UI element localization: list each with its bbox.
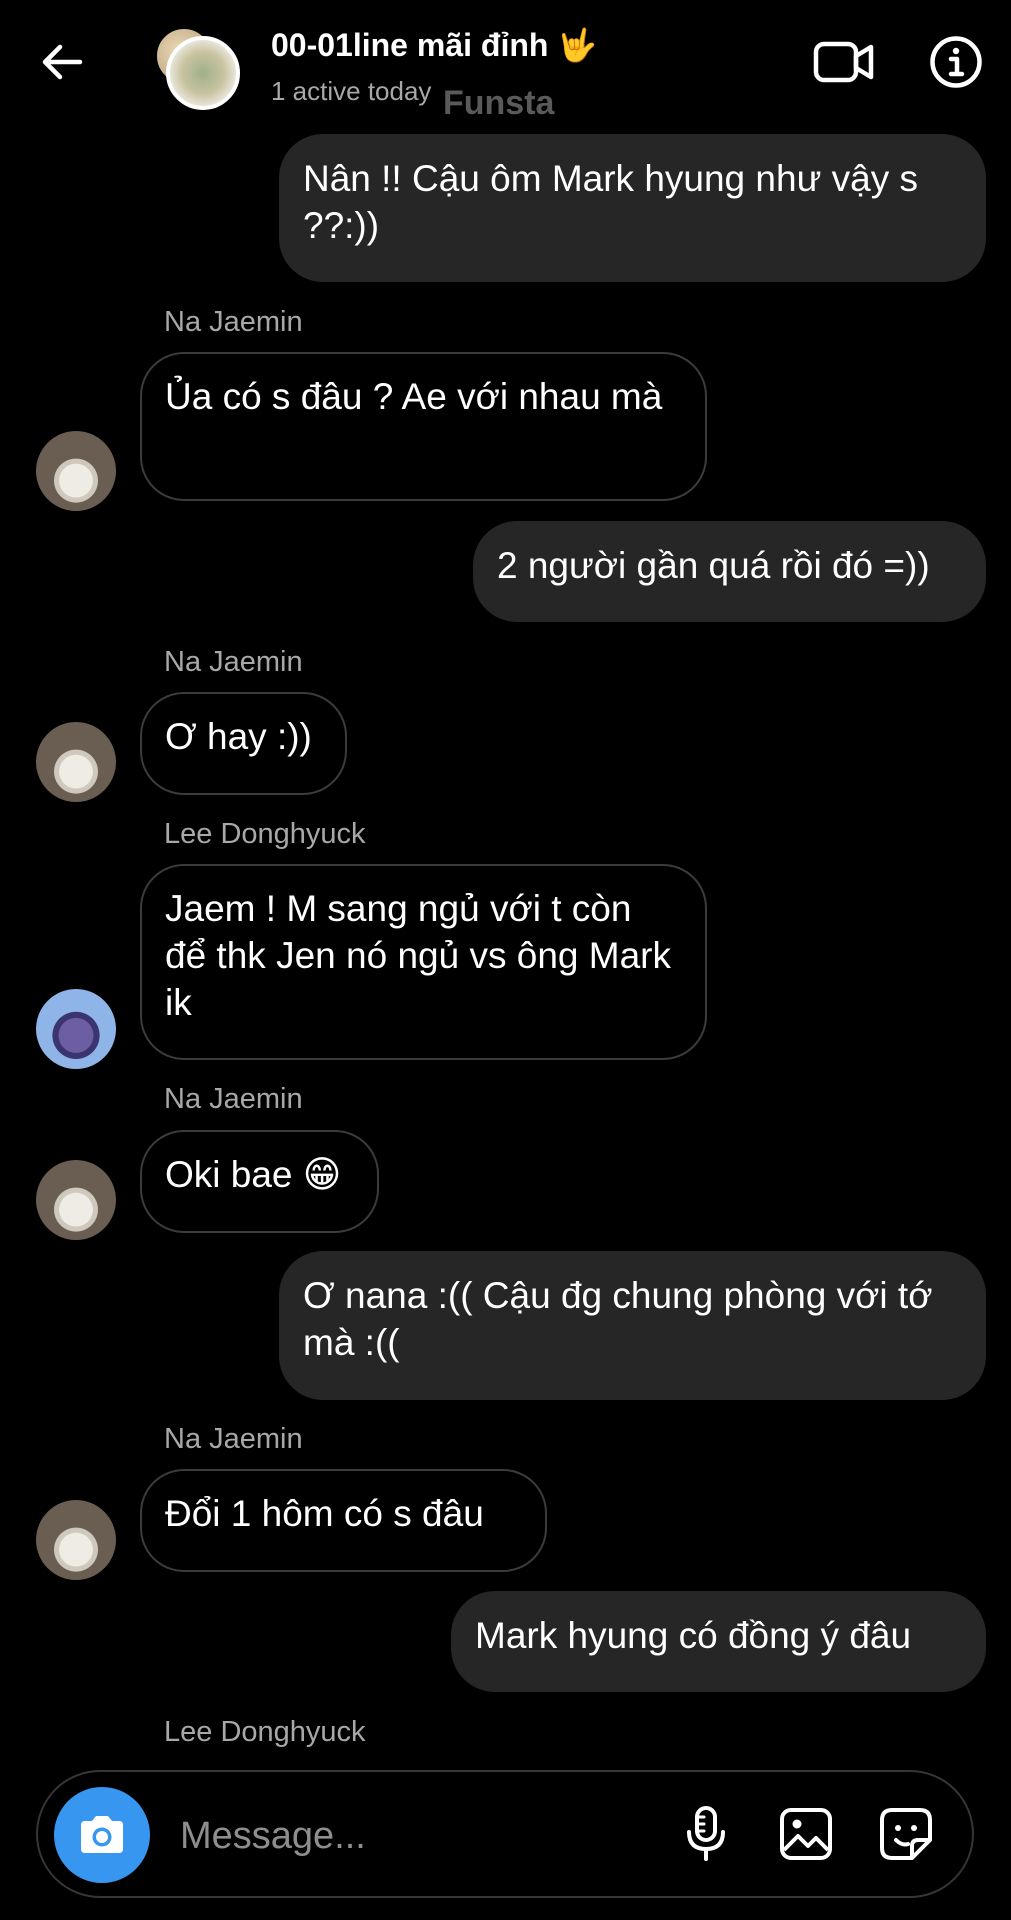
outgoing-message[interactable]: Nân !! Cậu ôm Mark hyung như vậy s ??:)) bbox=[279, 134, 986, 282]
gallery-button[interactable] bbox=[774, 1802, 838, 1866]
sender-name: Na Jaemin bbox=[164, 1423, 303, 1455]
outgoing-message[interactable]: Ơ nana :(( Cậu đg chung phòng với tớ mà … bbox=[279, 1251, 986, 1400]
sender-name: Na Jaemin bbox=[164, 306, 303, 338]
avatar[interactable] bbox=[36, 1160, 116, 1240]
incoming-message[interactable]: Jaem ! M sang ngủ với t còn để thk Jen n… bbox=[140, 864, 707, 1060]
image-icon bbox=[780, 1808, 832, 1860]
microphone-icon bbox=[687, 1806, 725, 1861]
active-status: 1 active today bbox=[271, 76, 432, 106]
sticker-button[interactable] bbox=[874, 1802, 938, 1866]
outgoing-message[interactable]: Mark hyung có đồng ý đâu bbox=[451, 1591, 986, 1692]
avatar[interactable] bbox=[36, 431, 116, 511]
back-button[interactable] bbox=[30, 30, 94, 94]
sender-name: Na Jaemin bbox=[164, 1083, 303, 1115]
group-avatar-front bbox=[166, 36, 240, 110]
sender-name: Na Jaemin bbox=[164, 646, 303, 678]
group-avatar[interactable] bbox=[150, 22, 240, 112]
outgoing-message[interactable]: 2 người gần quá rồi đó =)) bbox=[473, 521, 986, 622]
avatar[interactable] bbox=[36, 989, 116, 1069]
incoming-message[interactable]: Ơ hay :)) bbox=[140, 692, 347, 795]
info-icon bbox=[930, 36, 982, 88]
arrow-left-icon bbox=[42, 44, 83, 80]
video-camera-icon bbox=[813, 41, 874, 83]
chat-header: 00-01line mãi đỉnh 🤟 1 active today Funs… bbox=[0, 0, 1011, 122]
sender-name: Lee Donghyuck bbox=[164, 818, 366, 850]
sender-name: Lee Donghyuck bbox=[164, 1716, 366, 1748]
camera-button[interactable] bbox=[54, 1787, 150, 1883]
chat-title[interactable]: 00-01line mãi đỉnh 🤟 bbox=[271, 26, 597, 64]
incoming-message[interactable]: Ủa có s đâu ? Ae với nhau mà bbox=[140, 352, 707, 501]
message-input[interactable] bbox=[178, 1805, 562, 1867]
incoming-message[interactable]: Oki bae 😁 bbox=[140, 1130, 379, 1233]
message-composer bbox=[36, 1770, 974, 1898]
video-call-button[interactable] bbox=[812, 30, 876, 94]
camera-icon bbox=[81, 1816, 123, 1853]
voice-message-button[interactable] bbox=[674, 1802, 738, 1866]
incoming-message[interactable]: Đổi 1 hôm có s đâu bbox=[140, 1469, 547, 1572]
sticker-icon bbox=[880, 1808, 932, 1860]
avatar[interactable] bbox=[36, 722, 116, 802]
info-button[interactable] bbox=[924, 30, 988, 94]
avatar[interactable] bbox=[36, 1500, 116, 1580]
watermark: Funsta bbox=[443, 84, 555, 122]
